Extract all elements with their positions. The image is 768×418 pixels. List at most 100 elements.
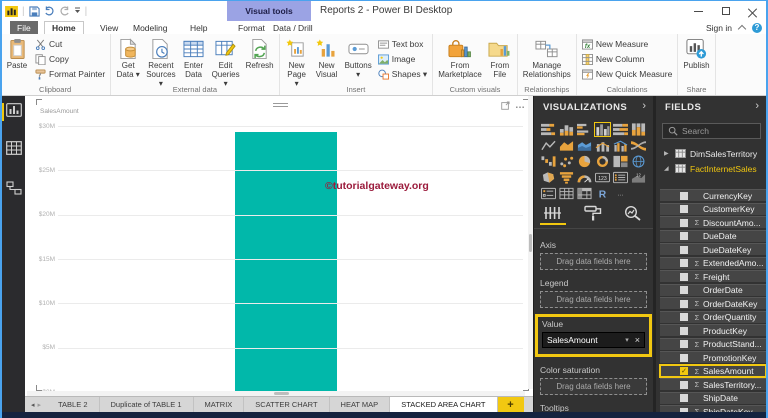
field-row-duedatekey[interactable]: DueDateKey [660, 243, 766, 255]
field-row-productstand[interactable]: ΣProductStand... [660, 338, 766, 350]
field-row-promotionkey[interactable]: PromotionKey [660, 351, 766, 363]
multi-row-card-icon[interactable] [612, 170, 629, 185]
vertical-scrollbar-thumb[interactable] [529, 234, 532, 252]
100-stacked-column-chart-icon[interactable] [630, 122, 647, 137]
table-factinternetsales[interactable]: ◢FactInternetSales [656, 161, 766, 176]
format-painter-button[interactable]: Format Painter [33, 67, 107, 81]
clustered-bar-chart-icon[interactable] [576, 122, 593, 137]
maximize-button[interactable] [712, 1, 739, 21]
funnel-icon[interactable] [558, 170, 575, 185]
stacked-area-chart-icon[interactable] [576, 138, 593, 153]
search-input[interactable] [682, 126, 755, 136]
field-checkbox[interactable] [680, 205, 688, 213]
cut-button[interactable]: Cut [33, 37, 107, 51]
format-pane-tab[interactable] [580, 204, 606, 222]
new-visual-button[interactable]: New Visual [313, 36, 341, 80]
menu-tab-file[interactable]: File [10, 21, 38, 34]
minimize-button[interactable] [685, 1, 712, 21]
field-row-orderdatekey[interactable]: ΣOrderDateKey [660, 297, 766, 309]
manage-relationships-button[interactable]: Manage Relationships [521, 36, 573, 80]
menu-tab-data-drill[interactable]: Data / Drill [266, 21, 320, 34]
undo-icon[interactable] [44, 6, 55, 16]
field-row-customerkey[interactable]: CustomerKey [660, 203, 766, 215]
field-checkbox[interactable] [680, 327, 688, 335]
new-measure-button[interactable]: fxNew Measure [580, 37, 675, 51]
field-checkbox[interactable] [680, 313, 688, 321]
field-row-duedate[interactable]: DueDate [660, 230, 766, 242]
dropzone-axis[interactable]: Drag data fields here [540, 253, 647, 270]
collapse-ribbon-icon[interactable] [738, 25, 746, 33]
field-checkbox[interactable] [680, 246, 688, 254]
field-checkbox[interactable] [680, 394, 688, 402]
new-page-button[interactable]: New Page ▾ [283, 36, 311, 90]
r-script-icon[interactable]: R [594, 186, 611, 201]
prev-page-arrow[interactable]: ◂ [31, 401, 35, 409]
report-view-button[interactable] [6, 103, 22, 117]
add-page-button[interactable]: + [498, 397, 524, 412]
line-chart-icon[interactable] [540, 138, 557, 153]
field-checkbox[interactable] [680, 354, 688, 362]
paste-button[interactable]: Paste [3, 36, 31, 71]
collapse-panel-icon[interactable]: › [755, 100, 759, 112]
horizontal-scrollbar-thumb[interactable] [274, 392, 289, 395]
table-dimsalesterritory[interactable]: ▶DimSalesTerritory [656, 146, 766, 161]
publish-button[interactable]: Publish [681, 36, 711, 71]
field-checkbox[interactable] [680, 286, 688, 294]
enter-data-button[interactable]: Enter Data [180, 36, 208, 80]
analytics-pane-tab[interactable] [620, 204, 646, 222]
next-page-arrow[interactable]: ▸ [38, 401, 42, 409]
field-checkbox[interactable] [680, 340, 688, 348]
line-stacked-column-chart-icon[interactable] [594, 138, 611, 153]
more-visuals-icon[interactable]: … [612, 186, 629, 201]
refresh-button[interactable]: Refresh [244, 36, 276, 71]
kpi-icon[interactable]: 12 [630, 170, 647, 185]
field-row-salesamount[interactable]: ✓ΣSalesAmount [660, 365, 766, 377]
field-checkbox[interactable] [680, 259, 688, 267]
new-column-button[interactable]: New Column [580, 52, 675, 66]
pie-chart-icon[interactable] [576, 154, 593, 169]
field-row-freight[interactable]: ΣFreight [660, 270, 766, 282]
expand-icon[interactable]: ▶ [664, 150, 671, 157]
from-marketplace-button[interactable]: From Marketplace [436, 36, 484, 80]
gauge-icon[interactable] [576, 170, 593, 185]
stacked-column-chart-icon[interactable] [558, 122, 575, 137]
ribbon-chart-icon[interactable] [630, 138, 647, 153]
dropzone-color-saturation[interactable]: Drag data fields here [540, 378, 647, 395]
sign-in-link[interactable]: Sign in [706, 23, 732, 33]
collapse-icon[interactable]: ◢ [664, 165, 671, 172]
field-row-shipdate[interactable]: ShipDate [660, 392, 766, 404]
copy-button[interactable]: Copy [33, 52, 107, 66]
buttons-button[interactable]: Buttons ▾ [343, 36, 374, 80]
waterfall-chart-icon[interactable] [540, 154, 557, 169]
field-checkbox[interactable] [680, 219, 688, 227]
help-icon[interactable]: ? [752, 23, 762, 33]
page-tab-table-2[interactable]: TABLE 2 [47, 397, 99, 412]
page-tab-heat-map[interactable]: HEAT MAP [330, 397, 391, 412]
page-tab-matrix[interactable]: MATRIX [194, 397, 245, 412]
card-icon[interactable]: 123 [594, 170, 611, 185]
100-stacked-bar-chart-icon[interactable] [612, 122, 629, 137]
field-row-extendedamo[interactable]: ΣExtendedAmo... [660, 257, 766, 269]
save-icon[interactable] [29, 6, 40, 17]
shapes-button[interactable]: Shapes ▾ [376, 67, 429, 81]
field-row-salesterritory[interactable]: ΣSalesTerritory... [660, 378, 766, 390]
redo-icon[interactable] [59, 6, 70, 16]
field-checkbox[interactable] [680, 300, 688, 308]
report-canvas[interactable]: … SalesAmount ©tutorialgateway.org $30M$… [25, 96, 533, 396]
field-row-shipdatekey[interactable]: ΣShipDateKey [660, 405, 766, 412]
field-checkbox[interactable] [680, 273, 688, 281]
field-checkbox[interactable] [680, 381, 688, 389]
menu-tab-help[interactable]: Help [183, 21, 214, 34]
fields-pane-tab[interactable] [540, 204, 566, 222]
field-checkbox[interactable]: ✓ [680, 367, 688, 375]
collapse-panel-icon[interactable]: › [642, 100, 646, 112]
get-data-button[interactable]: Get Data ▾ [114, 36, 142, 80]
field-row-orderdate[interactable]: OrderDate [660, 284, 766, 296]
treemap-icon[interactable] [612, 154, 629, 169]
menu-tab-modeling[interactable]: Modeling [126, 21, 175, 34]
filled-map-icon[interactable] [540, 170, 557, 185]
field-row-discountamo[interactable]: ΣDiscountAmo... [660, 216, 766, 228]
line-clustered-column-chart-icon[interactable] [612, 138, 629, 153]
qat-caret-icon[interactable] [74, 7, 81, 15]
recent-sources-button[interactable]: Recent Sources ▾ [144, 36, 177, 90]
